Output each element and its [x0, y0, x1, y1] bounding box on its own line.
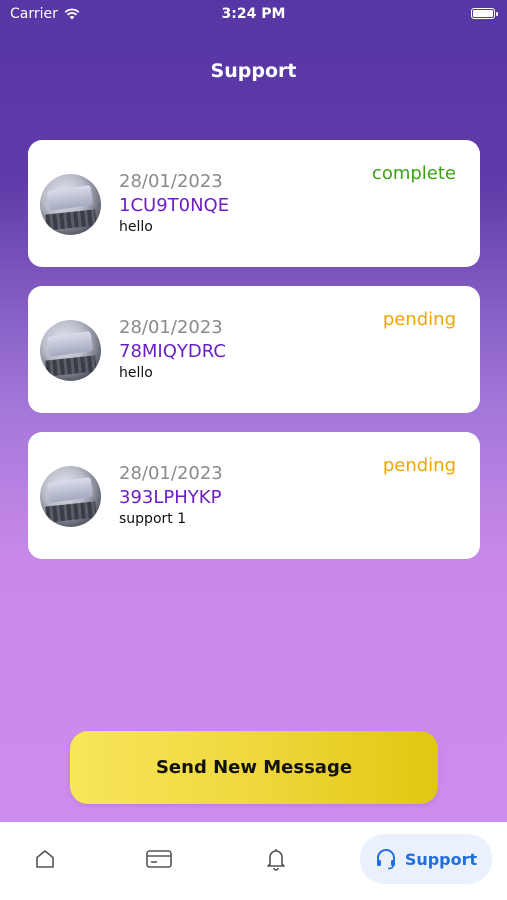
- ticket-status-badge: pending: [382, 455, 456, 476]
- ticket-avatar: [40, 174, 101, 235]
- ticket-date: 28/01/2023: [119, 317, 223, 338]
- page-title: Support: [210, 60, 297, 82]
- ticket-status-badge: pending: [382, 309, 456, 330]
- ticket-status-badge: complete: [371, 163, 456, 184]
- headset-icon: [376, 849, 395, 870]
- send-new-message-button[interactable]: Send New Message: [70, 731, 438, 804]
- ticket-id: 393LPHYKP: [119, 487, 222, 508]
- tab-notifications[interactable]: [253, 834, 299, 884]
- bottom-tab-bar: Support: [0, 822, 507, 900]
- ticket-card[interactable]: 28/01/2023 393LPHYKP support 1 pending: [28, 432, 480, 559]
- status-bar: Carrier 3:24 PM: [0, 0, 507, 28]
- ticket-card[interactable]: 28/01/2023 78MIQYDRC hello pending: [28, 286, 480, 413]
- ticket-date: 28/01/2023: [119, 463, 223, 484]
- tab-cards[interactable]: [136, 834, 182, 884]
- ticket-id: 78MIQYDRC: [119, 341, 226, 362]
- ticket-date: 28/01/2023: [119, 171, 223, 192]
- ticket-avatar: [40, 466, 101, 527]
- battery-icon: [471, 8, 498, 19]
- status-time: 3:24 PM: [221, 6, 286, 22]
- tab-support[interactable]: Support: [360, 834, 492, 884]
- bell-icon: [267, 849, 285, 871]
- tab-support-label: Support: [404, 849, 478, 869]
- ticket-avatar: [40, 320, 101, 381]
- home-icon: [36, 850, 54, 868]
- ticket-card[interactable]: 28/01/2023 1CU9T0NQE hello complete: [28, 140, 480, 267]
- ticket-message: hello: [119, 219, 153, 235]
- tab-home[interactable]: [22, 834, 68, 884]
- card-icon: [146, 850, 172, 868]
- ticket-message: hello: [119, 365, 153, 381]
- ticket-id: 1CU9T0NQE: [119, 195, 230, 216]
- ticket-list: 28/01/2023 1CU9T0NQE hello complete 28/0…: [28, 140, 480, 578]
- ticket-message: support 1: [119, 511, 187, 527]
